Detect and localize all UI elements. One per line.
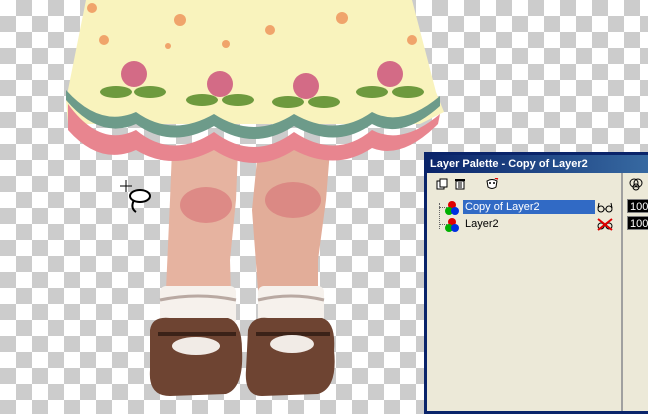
lasso-cursor-icon xyxy=(120,180,151,213)
mask-icon xyxy=(486,178,499,189)
new-layer-icon xyxy=(436,178,448,190)
layer-toolbar xyxy=(427,173,621,195)
layer-palette[interactable]: Layer Palette - Copy of Layer2 Copy of L… xyxy=(424,152,648,414)
properties-toolbar xyxy=(623,173,648,195)
opacity-field[interactable]: 100 xyxy=(627,199,648,213)
hidden-glasses-icon[interactable] xyxy=(597,218,613,231)
layer-properties-pane: 100 100 xyxy=(623,173,648,411)
layer-row-copy-of-layer2[interactable]: Copy of Layer2 xyxy=(431,199,617,216)
new-layer-button[interactable] xyxy=(435,177,449,191)
layer-list: Copy of Layer2 Layer2 xyxy=(431,199,617,233)
layer-name[interactable]: Copy of Layer2 xyxy=(463,200,595,214)
layer-palette-title[interactable]: Layer Palette - Copy of Layer2 xyxy=(427,155,648,173)
opacity-field[interactable]: 100 xyxy=(627,216,648,230)
trash-icon xyxy=(455,179,465,190)
visible-glasses-icon[interactable] xyxy=(597,201,613,214)
raster-layer-icon xyxy=(445,201,459,215)
layer-row-layer2[interactable]: Layer2 xyxy=(431,216,617,233)
blend-mode-icon[interactable] xyxy=(629,178,643,191)
raster-layer-icon xyxy=(445,218,459,232)
delete-layer-button[interactable] xyxy=(453,177,467,191)
layer-name[interactable]: Layer2 xyxy=(463,217,501,231)
layer-list-pane: Copy of Layer2 Layer2 xyxy=(427,173,623,411)
new-mask-button[interactable] xyxy=(485,177,499,191)
